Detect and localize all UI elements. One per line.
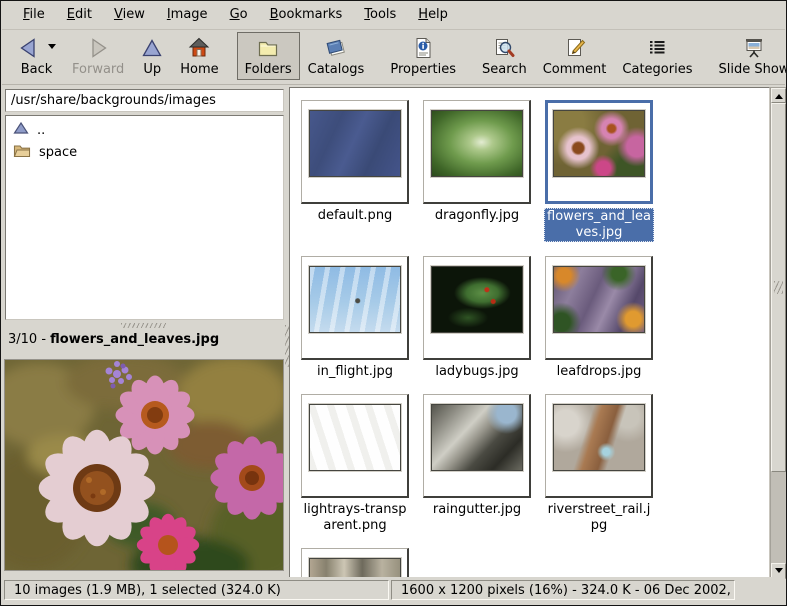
menu-help[interactable]: Help [407, 2, 459, 28]
image-browser-window: File Edit View Image Go Bookmarks Tools … [0, 0, 787, 606]
thumbnail-raingutter-jpg[interactable]: raingutter.jpg [422, 394, 532, 518]
splitter-grip [121, 323, 167, 328]
scroll-up-icon [775, 90, 783, 99]
categories-icon [645, 36, 669, 60]
preview-filename: flowers_and_leaves.jpg [50, 332, 219, 347]
scrollbar-grip [774, 281, 783, 294]
thumbnail-image [431, 110, 523, 177]
folder-tree: .. space [5, 115, 284, 320]
slideshow-button[interactable]: Slide Show [710, 32, 787, 80]
back-history-dropdown-icon[interactable] [48, 44, 56, 53]
catalogs-icon [324, 36, 348, 60]
thumbnail-image [553, 266, 645, 333]
thumbnail-partial[interactable] [300, 548, 410, 579]
thumbnail-image [553, 110, 645, 177]
thumbnail-default-png[interactable]: default.png [300, 100, 410, 224]
thumbnail-grid: default.png dragonfly.jpg flowers_and_le… [290, 88, 769, 579]
preview-image [5, 360, 283, 570]
parent-dir-up-icon [13, 121, 29, 139]
thumbnail-image [309, 404, 401, 471]
thumbnail-image [309, 558, 401, 579]
categories-button[interactable]: Categories [614, 32, 700, 80]
thumbnail-leafdrops-jpg[interactable]: leafdrops.jpg [544, 256, 654, 380]
thumbnail-image [309, 266, 401, 333]
menu-image[interactable]: Image [156, 2, 219, 28]
menu-edit[interactable]: Edit [56, 2, 103, 28]
folder-icon [13, 143, 31, 162]
up-icon [140, 36, 164, 60]
menu-tools[interactable]: Tools [353, 2, 407, 28]
folders-button[interactable]: Folders [237, 32, 300, 80]
preview-position: 3/10 [8, 332, 37, 347]
back-icon [17, 35, 41, 60]
preview-status: 3/10 - flowers_and_leaves.jpg [8, 332, 219, 347]
location-input[interactable] [5, 89, 284, 112]
preview-pane [4, 359, 284, 571]
search-icon [492, 36, 516, 60]
catalogs-button[interactable]: Catalogs [300, 32, 373, 80]
status-image-details: 1600 x 1200 pixels (16%) - 324.0 K - 06 … [391, 580, 735, 600]
menu-file[interactable]: File [12, 2, 56, 28]
thumbnail-image [309, 110, 401, 177]
menu-go[interactable]: Go [219, 2, 259, 28]
thumbnail-ladybugs-jpg[interactable]: ladybugs.jpg [422, 256, 532, 380]
home-button[interactable]: Home [172, 32, 226, 80]
scroll-down-button[interactable] [771, 563, 786, 578]
comment-button[interactable]: Comment [535, 32, 615, 80]
home-icon [187, 36, 211, 60]
thumbnail-image [431, 266, 523, 333]
tree-item-space[interactable]: space [6, 141, 283, 164]
menu-bar: File Edit View Image Go Bookmarks Tools … [2, 1, 785, 30]
menu-view[interactable]: View [103, 2, 156, 28]
vertical-scrollbar[interactable] [770, 87, 787, 579]
forward-icon [86, 36, 110, 60]
thumbnail-in-flight-jpg[interactable]: in_flight.jpg [300, 256, 410, 380]
back-button[interactable]: Back [9, 32, 64, 80]
comment-icon [563, 36, 587, 60]
up-button[interactable]: Up [132, 32, 172, 80]
thumbnail-view: default.png dragonfly.jpg flowers_and_le… [289, 87, 770, 579]
thumbnail-riverstreet-rail-jpg[interactable]: riverstreet_rail.jpg [544, 394, 654, 534]
menu-bookmarks[interactable]: Bookmarks [259, 2, 354, 28]
forward-button[interactable]: Forward [64, 32, 132, 80]
scroll-down-icon [775, 568, 783, 577]
toolbar: Back Forward Up Home [2, 30, 785, 85]
thumbnail-dragonfly-jpg[interactable]: dragonfly.jpg [422, 100, 532, 224]
thumbnail-flowers-and-leaves-jpg-selected[interactable]: flowers_and_leaves.jpg [544, 100, 654, 242]
properties-icon [411, 36, 435, 60]
thumbnail-image [431, 404, 523, 471]
scroll-up-button[interactable] [771, 88, 786, 103]
thumbnail-image [553, 404, 645, 471]
status-image-count: 10 images (1.9 MB), 1 selected (324.0 K) [4, 580, 389, 600]
slideshow-icon [742, 36, 766, 60]
thumbnail-lightrays-transparent-png[interactable]: lightrays-transparent.png [300, 394, 410, 534]
properties-button[interactable]: Properties [382, 32, 464, 80]
search-button[interactable]: Search [474, 32, 535, 80]
folders-icon [256, 36, 280, 60]
scrollbar-thumb[interactable] [771, 103, 786, 472]
tree-item-parent-dir[interactable]: .. [6, 119, 283, 141]
horizontal-splitter[interactable] [3, 321, 285, 329]
status-bar: 10 images (1.9 MB), 1 selected (324.0 K)… [2, 577, 785, 604]
